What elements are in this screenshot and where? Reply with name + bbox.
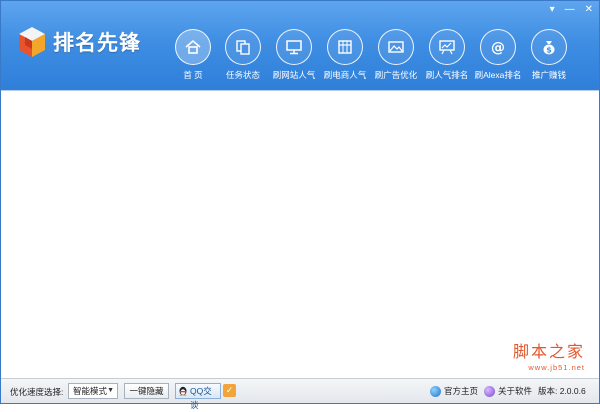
speed-mode-select[interactable]: 智能模式 ▼ [68, 383, 118, 399]
svg-text:$: $ [546, 46, 552, 55]
nav-task-status[interactable]: 任务状态 [217, 29, 269, 81]
nav-ecommerce-traffic[interactable]: 刷电商人气 [319, 29, 371, 81]
app-name: 排名先锋 [53, 32, 141, 55]
menu-dropdown-icon[interactable]: ▾ [550, 5, 555, 15]
hide-button[interactable]: 一键隐藏 [124, 383, 169, 399]
status-bar: 优化速度选择: 智能模式 ▼ 一键隐藏 QQ交谈 ✓ 官方主页 关于软件 版本:… [1, 378, 599, 410]
presentation-chart-icon [439, 40, 455, 55]
qq-penguin-icon [179, 386, 187, 396]
close-button[interactable]: ✕ [585, 5, 593, 15]
minimize-button[interactable]: — [565, 5, 575, 15]
nav-alexa-rank-label: 刷Alexa排名 [474, 70, 522, 80]
qq-chat-label: QQ交谈 [190, 386, 212, 410]
window-controls: ▾ — ✕ [550, 5, 593, 15]
nav-alexa-rank[interactable]: @ 刷Alexa排名 [472, 29, 524, 81]
speed-label: 优化速度选择: [10, 387, 64, 397]
nav-promote-earn-label: 推广赚钱 [531, 70, 566, 80]
nav-home-label: 首 页 [183, 70, 203, 80]
watermark-url: www.jb51.net [528, 363, 585, 372]
nav-popularity-rank-label: 刷人气排名 [425, 70, 469, 80]
about-icon [484, 385, 495, 397]
homepage-link[interactable]: 官方主页 [430, 385, 478, 397]
monitor-icon [286, 40, 302, 55]
qq-chat-button[interactable]: QQ交谈 [175, 383, 221, 410]
nav-site-traffic[interactable]: 刷网站人气 [268, 29, 320, 81]
nav-ecommerce-traffic-label: 刷电商人气 [323, 70, 367, 80]
app-logo: 排名先锋 [17, 25, 141, 59]
svg-text:@: @ [491, 40, 505, 56]
homepage-link-label: 官方主页 [444, 386, 479, 396]
image-ad-icon [388, 41, 404, 53]
nav-site-traffic-label: 刷网站人气 [272, 70, 316, 80]
copy-pages-icon [236, 40, 250, 55]
nav-ad-optimize[interactable]: 刷广告优化 [370, 29, 422, 81]
version-text: 版本: 2.0.0.6 [538, 386, 586, 396]
globe-icon [430, 385, 441, 397]
nav-ad-optimize-label: 刷广告优化 [374, 70, 418, 80]
main-content-area: 脚本之家 www.jb51.net [1, 90, 599, 378]
nav-home[interactable]: 首 页 [167, 29, 219, 81]
watermark-title: 脚本之家 [512, 342, 585, 361]
checkmark-icon[interactable]: ✓ [223, 384, 236, 397]
chevron-down-icon: ▼ [107, 387, 114, 394]
at-sign-icon: @ [491, 40, 505, 56]
speed-mode-value: 智能模式 [73, 386, 108, 396]
nav-promote-earn[interactable]: $ 推广赚钱 [523, 29, 575, 81]
about-link-label: 关于软件 [498, 386, 533, 396]
watermark: 脚本之家 www.jb51.net [513, 338, 585, 372]
app-window: ▾ — ✕ 排名先锋 首 页 任务状态 刷网站人气 刷电商人气 刷广告优化 刷人… [0, 0, 600, 410]
about-link[interactable]: 关于软件 [484, 385, 532, 397]
header-bar: ▾ — ✕ 排名先锋 首 页 任务状态 刷网站人气 刷电商人气 刷广告优化 刷人… [1, 1, 599, 90]
nav-task-status-label: 任务状态 [225, 70, 260, 80]
money-bag-icon: $ [543, 41, 555, 55]
cube-logo-icon [19, 27, 45, 57]
home-icon [185, 39, 201, 54]
nav-popularity-rank[interactable]: 刷人气排名 [421, 29, 473, 81]
store-icon [338, 40, 352, 54]
